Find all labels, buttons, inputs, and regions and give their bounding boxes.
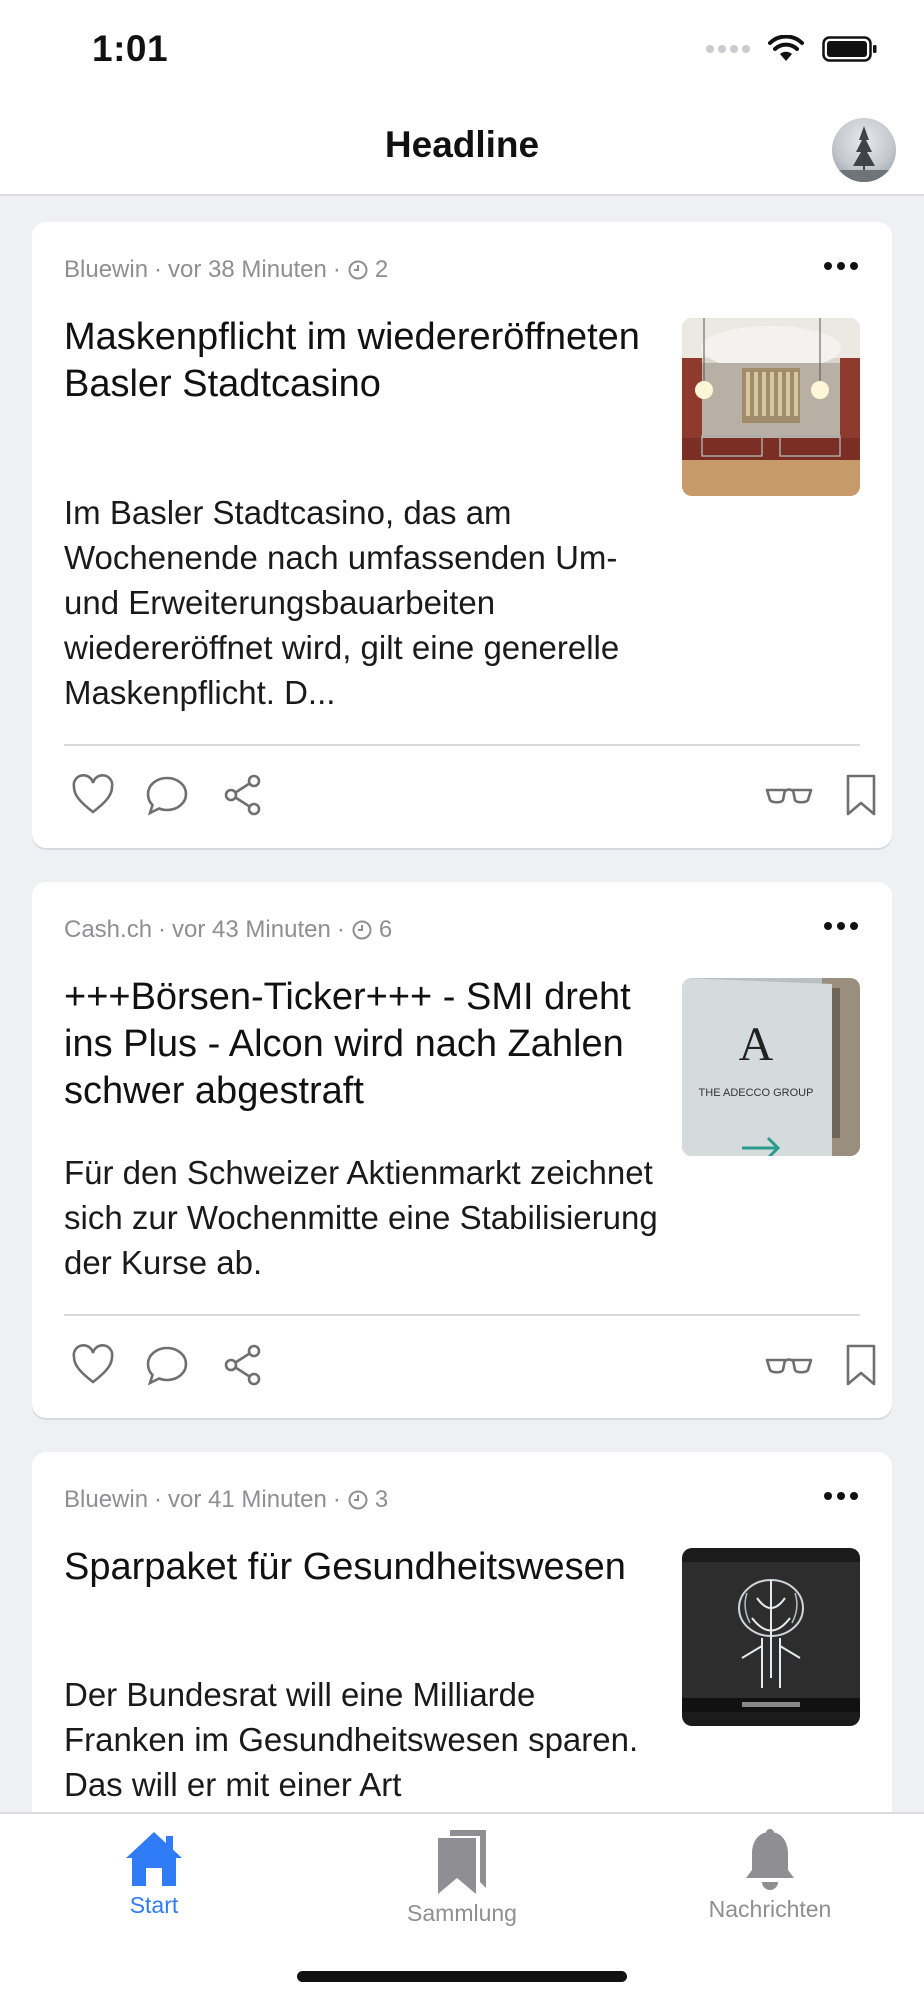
bookmark-icon[interactable] xyxy=(838,772,884,818)
bookmarks-icon xyxy=(438,1830,486,1894)
wifi-icon xyxy=(768,35,804,61)
adecco-sign-image: A THE ADECCO GROUP xyxy=(682,978,860,1156)
article-thumbnail[interactable] xyxy=(682,318,860,496)
share-icon[interactable] xyxy=(220,1342,266,1388)
reading-glasses-icon[interactable] xyxy=(764,1342,814,1388)
adecco-sign-text: THE ADECCO GROUP xyxy=(699,1087,814,1099)
article-age: vor 43 Minuten xyxy=(172,916,331,943)
article-age: vor 41 Minuten xyxy=(168,1486,327,1513)
meta-separator: · xyxy=(158,916,167,943)
cellular-signal-icon xyxy=(706,45,750,53)
tab-nachrichten[interactable]: Nachrichten xyxy=(670,1828,870,1923)
share-icon[interactable] xyxy=(220,772,266,818)
article-meta: Bluewin · vor 41 Minuten · 3 xyxy=(64,1486,388,1514)
article-actions xyxy=(64,1328,876,1398)
status-time: 1:01 xyxy=(92,28,169,69)
article-title[interactable]: Sparpaket für Gesundheitswesen xyxy=(64,1544,654,1591)
tab-label: Nachrichten xyxy=(708,1896,832,1922)
bookmark-icon[interactable] xyxy=(838,1342,884,1388)
article-thumbnail[interactable]: A THE ADECCO GROUP xyxy=(682,978,860,1156)
meta-separator: · xyxy=(154,256,163,283)
tab-label: Start xyxy=(129,1892,179,1918)
reading-glasses-icon[interactable] xyxy=(764,772,814,818)
tab-sammlung[interactable]: Sammlung xyxy=(362,1828,562,1927)
article-feed[interactable]: Bluewin · vor 38 Minuten · 2 Maskenpflic… xyxy=(32,222,892,1946)
bell-icon xyxy=(746,1829,794,1890)
tab-start[interactable]: Start xyxy=(54,1828,254,1919)
article-actions xyxy=(64,758,876,828)
meta-separator: · xyxy=(336,916,345,943)
clock-icon xyxy=(348,260,368,280)
tab-label: Sammlung xyxy=(407,1900,517,1926)
clock-icon xyxy=(348,1490,368,1510)
article-title[interactable]: +++Börsen-Ticker+++ - SMI dreht ins Plus… xyxy=(64,974,654,1115)
clock-icon xyxy=(352,920,372,940)
card-divider xyxy=(64,1314,860,1316)
card-divider xyxy=(64,744,860,746)
meta-separator: · xyxy=(332,1486,341,1513)
article-thumbnail[interactable] xyxy=(682,1548,860,1726)
avatar-tree-image xyxy=(832,126,896,182)
page-title: Headline xyxy=(384,124,540,165)
article-meta: Bluewin · vor 38 Minuten · 2 xyxy=(64,256,388,284)
comment-icon[interactable] xyxy=(144,772,190,818)
battery-icon xyxy=(822,36,877,62)
article-source: Bluewin xyxy=(64,1486,149,1513)
heart-icon[interactable] xyxy=(70,772,116,818)
article-meta: Cash.ch · vor 43 Minuten · 6 xyxy=(64,916,392,944)
meta-separator: · xyxy=(154,1486,163,1513)
comment-count: 3 xyxy=(374,1486,389,1513)
article-card[interactable]: Cash.ch · vor 43 Minuten · 6 +++Börsen-T… xyxy=(32,882,892,1418)
heart-icon[interactable] xyxy=(70,1342,116,1388)
comment-count: 2 xyxy=(374,256,389,283)
more-options-icon[interactable] xyxy=(824,262,858,270)
profile-avatar[interactable] xyxy=(832,118,896,182)
status-bar: 1:01 xyxy=(0,0,924,100)
angiography-image xyxy=(682,1548,860,1726)
more-options-icon[interactable] xyxy=(824,1492,858,1500)
article-teaser: Für den Schweizer Aktienmarkt zeichnet s… xyxy=(64,1154,658,1281)
article-teaser: Im Basler Stadtcasino, das am Wochenende… xyxy=(64,494,620,711)
article-card[interactable]: Bluewin · vor 38 Minuten · 2 Maskenpflic… xyxy=(32,222,892,848)
comment-icon[interactable] xyxy=(144,1342,190,1388)
concert-hall-image xyxy=(682,318,860,496)
article-title[interactable]: Maskenpflicht im wiedereröffneten Basler… xyxy=(64,314,654,408)
article-teaser: Der Bundesrat will eine Milliarde Franke… xyxy=(64,1676,639,1803)
home-indicator xyxy=(297,1971,627,1982)
home-icon xyxy=(126,1832,182,1886)
article-source: Bluewin xyxy=(64,256,149,283)
comment-count: 6 xyxy=(378,916,393,943)
meta-separator: · xyxy=(332,256,341,283)
more-options-icon[interactable] xyxy=(824,922,858,930)
article-age: vor 38 Minuten xyxy=(168,256,327,283)
article-source: Cash.ch xyxy=(64,916,153,943)
status-icons xyxy=(706,34,878,64)
navigation-bar: Headline xyxy=(0,100,924,196)
svg-text:A: A xyxy=(739,1018,774,1071)
